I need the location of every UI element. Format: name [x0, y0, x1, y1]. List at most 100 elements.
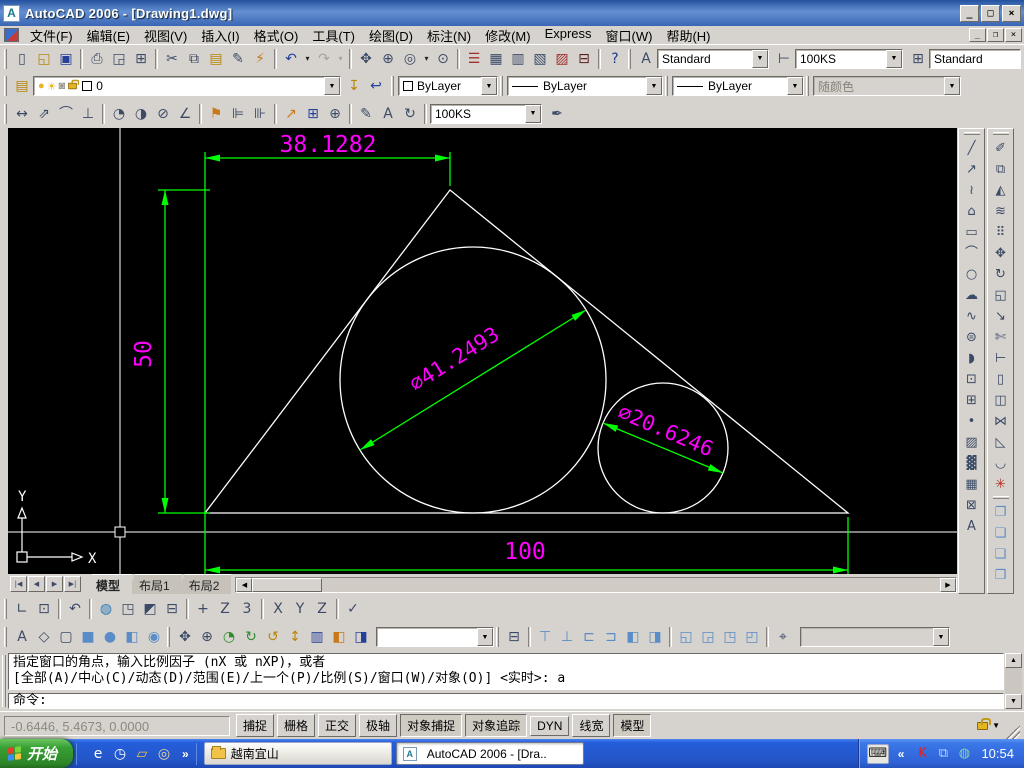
- line-button[interactable]: ╱: [961, 138, 982, 159]
- toolbar-grip[interactable]: [963, 132, 980, 135]
- ucs-previous-button[interactable]: ↶: [64, 598, 86, 620]
- toolbar-grip[interactable]: [4, 76, 7, 96]
- z-rotate-ucs-button[interactable]: Z: [311, 598, 333, 620]
- front-clip-on-off-button[interactable]: ◧: [328, 626, 350, 648]
- menu-tools[interactable]: 工具(T): [305, 25, 362, 46]
- dim-style-control-combo[interactable]: 100KS ▼: [430, 103, 542, 124]
- combo-dropdown-button[interactable]: ▼: [481, 77, 497, 95]
- insert-block-button[interactable]: ⊡: [961, 369, 982, 390]
- taskbar-task-autocad[interactable]: A AutoCAD 2006 - [Dra..: [395, 742, 584, 765]
- menu-view[interactable]: 视图(V): [137, 25, 194, 46]
- tray-network-icon[interactable]: ⧉: [934, 744, 952, 764]
- menu-format[interactable]: 格式(O): [247, 25, 306, 46]
- combo-dropdown-button[interactable]: ▼: [787, 77, 803, 95]
- ne-isometric-view-button[interactable]: ◳: [719, 626, 741, 648]
- named-views-button[interactable]: ⊟: [503, 626, 525, 648]
- combo-dropdown-button[interactable]: ▼: [525, 104, 541, 123]
- bottom-view-button[interactable]: ⊥: [556, 626, 578, 648]
- horizontal-scrollbar[interactable]: ◀ ▶: [235, 577, 957, 593]
- origin-ucs-button[interactable]: +: [192, 598, 214, 620]
- scroll-up-button[interactable]: ▲: [1005, 653, 1022, 668]
- properties-palette-button[interactable]: ☰: [463, 47, 485, 70]
- close-button[interactable]: ×: [1002, 4, 1021, 22]
- toolbar-grip[interactable]: [4, 103, 7, 124]
- linetype-control-combo[interactable]: ByLayer ▼: [507, 76, 663, 96]
- match-properties-button[interactable]: ✎: [227, 47, 249, 70]
- tab-prev-button[interactable]: ◀: [28, 576, 45, 592]
- toolbar-grip[interactable]: [4, 599, 7, 619]
- aligned-dimension-button[interactable]: ⇗: [33, 102, 55, 125]
- apply-ucs-button[interactable]: ✓: [342, 598, 364, 620]
- combo-dropdown-button[interactable]: ▼: [752, 49, 768, 68]
- back-view-button[interactable]: ◨: [644, 626, 666, 648]
- 3d-swivel-button[interactable]: ↺: [262, 626, 284, 648]
- redo-button-dropdown[interactable]: ▾: [335, 47, 346, 70]
- quickcalc-button[interactable]: ⊟: [573, 47, 595, 70]
- tab-layout1[interactable]: 布局1: [127, 574, 182, 594]
- copy-button[interactable]: ⧉: [183, 47, 205, 70]
- toolbar-grip[interactable]: [806, 76, 809, 96]
- dimension-edit-button[interactable]: ✎: [355, 102, 377, 125]
- paste-button[interactable]: ▤: [205, 47, 227, 70]
- table-style-button[interactable]: ⊞: [907, 47, 929, 70]
- scroll-left-button[interactable]: ◀: [236, 578, 253, 592]
- status-toggle-osnap[interactable]: 对象捕捉: [400, 714, 463, 737]
- toolbar-grip[interactable]: [500, 76, 503, 96]
- baseline-dimension-button[interactable]: ⊫: [227, 102, 249, 125]
- status-toggle-polar[interactable]: 极轴: [359, 714, 398, 737]
- start-button[interactable]: 开始: [0, 739, 74, 768]
- copy-button-modify[interactable]: ⧉: [990, 159, 1011, 180]
- layer-lock-icon[interactable]: [68, 79, 80, 90]
- quicklaunch-time-icon[interactable]: ◷: [110, 744, 130, 764]
- tool-palettes-button[interactable]: ▥: [507, 47, 529, 70]
- minimize-button[interactable]: _: [960, 4, 979, 22]
- status-toggle-snap[interactable]: 捕捉: [236, 714, 275, 737]
- text-style-button[interactable]: A: [635, 47, 657, 70]
- multiline-text-button[interactable]: A: [961, 516, 982, 537]
- layer-color-swatch[interactable]: [82, 81, 93, 91]
- right-view-button[interactable]: ⊐: [600, 626, 622, 648]
- lineweight-control-combo[interactable]: ByLayer ▼: [672, 76, 804, 96]
- rotate-button[interactable]: ↻: [990, 264, 1011, 285]
- ordinate-dimension-button[interactable]: ⊥: [77, 102, 99, 125]
- tray-globe-icon[interactable]: ◍: [955, 744, 973, 764]
- markup-set-manager-button[interactable]: ▨: [551, 47, 573, 70]
- break-at-point-button[interactable]: ▯: [990, 369, 1011, 390]
- undo-button[interactable]: ↶: [280, 47, 302, 70]
- toolbar-grip[interactable]: [665, 76, 668, 96]
- radius-dimension-button[interactable]: ◔: [108, 102, 130, 125]
- publish-button[interactable]: ⊞: [130, 47, 152, 70]
- new-file-button[interactable]: ▯: [11, 47, 33, 70]
- status-toggle-grid[interactable]: 栅格: [277, 714, 316, 737]
- object-ucs-button[interactable]: ◳: [117, 598, 139, 620]
- dimension-text-edit-button[interactable]: A: [377, 102, 399, 125]
- erase-button[interactable]: ✐: [990, 138, 1011, 159]
- ellipse-button[interactable]: ⊜: [961, 327, 982, 348]
- quick-launch-chevron-icon[interactable]: »: [178, 747, 193, 761]
- bring-to-front-button[interactable]: ❐: [990, 502, 1011, 523]
- scale-button[interactable]: ◱: [990, 285, 1011, 306]
- bring-above-objects-button[interactable]: ❑: [990, 544, 1011, 565]
- menu-modify[interactable]: 修改(M): [478, 25, 538, 46]
- array-button[interactable]: ⠿: [990, 222, 1011, 243]
- tab-layout2[interactable]: 布局2: [176, 574, 232, 594]
- clock[interactable]: 10:54: [981, 746, 1014, 761]
- x-rotate-ucs-button[interactable]: X: [267, 598, 289, 620]
- status-toggle-model[interactable]: 模型: [613, 714, 652, 737]
- drawing-canvas[interactable]: 38.1282 50 100 ∅41.2493 ∅20.6246 X Y: [8, 128, 957, 574]
- scroll-right-button[interactable]: ▶: [940, 578, 956, 592]
- dim-style-combo[interactable]: 100KS ▼: [795, 48, 903, 69]
- dimension-style-dialog-button[interactable]: ✒: [546, 102, 568, 125]
- polyline-button[interactable]: ≀: [961, 180, 982, 201]
- tray-kaspersky-icon[interactable]: K: [913, 744, 931, 764]
- taskbar-task-folder[interactable]: 越南宜山: [203, 742, 392, 765]
- gouraud-shaded-edges-on-button[interactable]: ◉: [143, 626, 165, 648]
- command-history[interactable]: 指定窗口的角点，输入比例因子 (nX 或 nXP)，或者 [全部(A)/中心(C…: [8, 653, 1004, 690]
- point-button[interactable]: •: [961, 411, 982, 432]
- 3d-pan-button[interactable]: ✥: [174, 626, 196, 648]
- designcenter-button[interactable]: ▦: [485, 47, 507, 70]
- menu-edit[interactable]: 编辑(E): [80, 25, 137, 46]
- status-toggle-ortho[interactable]: 正交: [318, 714, 357, 737]
- send-to-back-button[interactable]: ❏: [990, 523, 1011, 544]
- document-restore-button[interactable]: ❐: [987, 28, 1004, 42]
